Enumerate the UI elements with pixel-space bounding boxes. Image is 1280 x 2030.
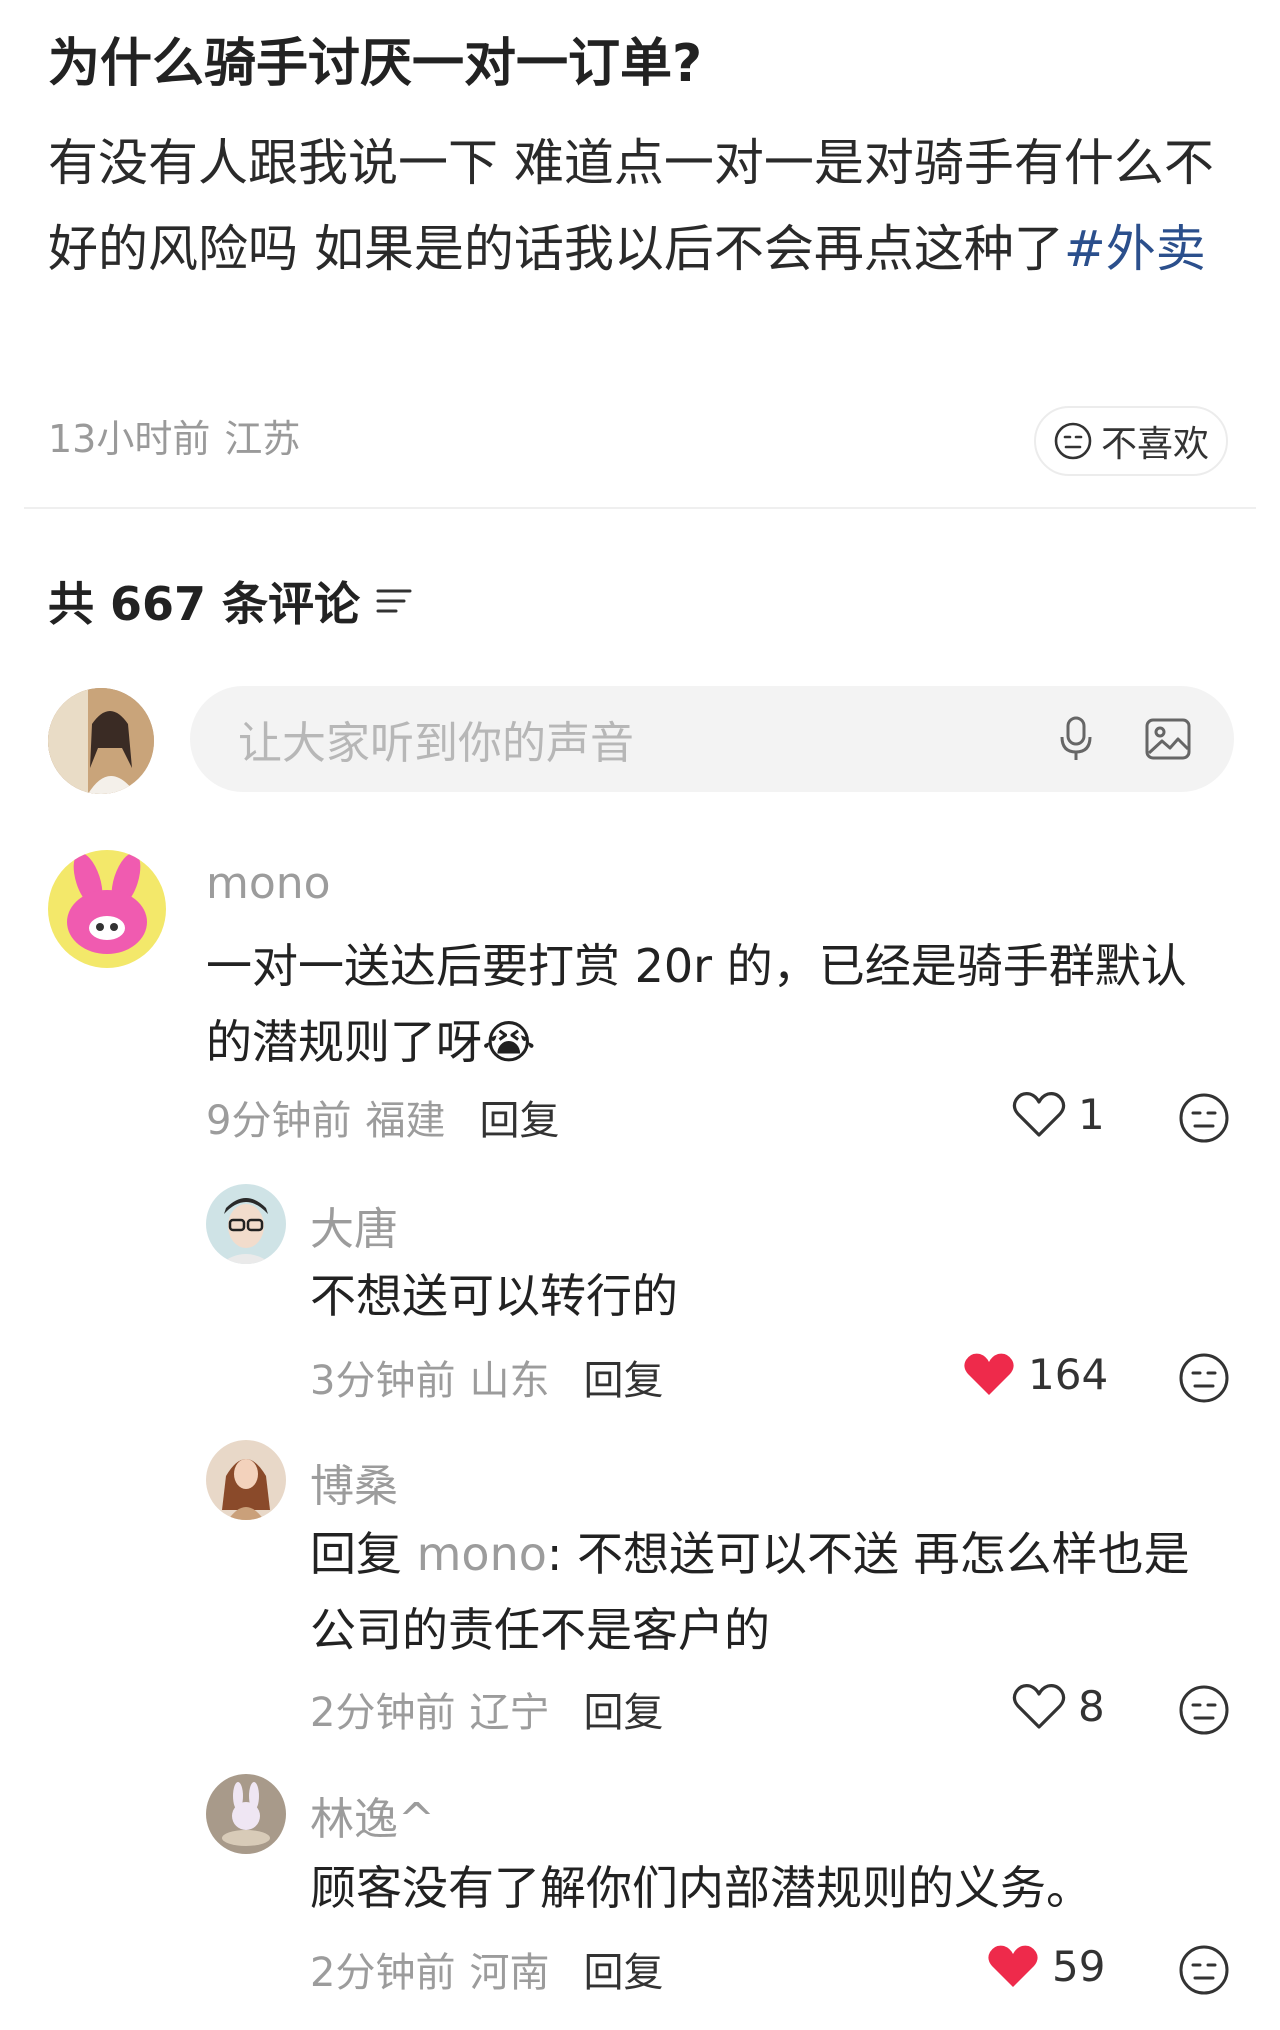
avatar-mono[interactable] bbox=[48, 850, 166, 968]
comment-location: 山东 bbox=[469, 1358, 550, 1404]
comment-location: 辽宁 bbox=[469, 1690, 550, 1736]
reply-button[interactable]: 回复 bbox=[479, 1088, 559, 1146]
reply-button[interactable]: 回复 bbox=[583, 1680, 663, 1738]
comment-meta: 2分钟前 辽宁 回复 bbox=[310, 1680, 663, 1738]
like-button[interactable]: 164 bbox=[962, 1350, 1108, 1399]
post-body: 有没有人跟我说一下 难道点一对一是对骑手有什么不好的风险吗 如果是的话我以后不会… bbox=[48, 120, 1238, 292]
post-location: 江苏 bbox=[224, 417, 301, 461]
like-button[interactable]: 1 bbox=[1012, 1090, 1105, 1139]
reply-button[interactable]: 回复 bbox=[583, 1940, 663, 1998]
heart-outline-icon bbox=[1012, 1683, 1066, 1729]
meh-face-icon bbox=[1054, 422, 1092, 460]
comment-count-header: 共 667 条评论 bbox=[48, 568, 414, 634]
comment-time: 9分钟前 bbox=[206, 1098, 352, 1144]
comment-username[interactable]: mono bbox=[206, 858, 331, 909]
crying-emoji-icon: 😭 bbox=[482, 1015, 536, 1069]
post-time: 13小时前 bbox=[48, 417, 211, 461]
comment-username[interactable]: 博桑 bbox=[310, 1450, 398, 1514]
dislike-icon[interactable] bbox=[1178, 1092, 1230, 1144]
dislike-icon[interactable] bbox=[1178, 1944, 1230, 1996]
comment-body: 不想送可以转行的 bbox=[310, 1269, 678, 1323]
post-title: 为什么骑手讨厌一对一订单? bbox=[48, 34, 703, 94]
like-button[interactable]: 8 bbox=[1012, 1682, 1105, 1731]
dislike-button[interactable]: 不喜欢 bbox=[1034, 406, 1228, 476]
post-hashtag[interactable]: #外卖 bbox=[1064, 220, 1206, 278]
dislike-icon[interactable] bbox=[1178, 1684, 1230, 1736]
like-count: 59 bbox=[1052, 1942, 1106, 1991]
image-icon[interactable] bbox=[1142, 713, 1194, 765]
dislike-label: 不喜欢 bbox=[1100, 424, 1209, 465]
comment-input[interactable]: 让大家听到你的声音 bbox=[190, 686, 1234, 792]
microphone-icon[interactable] bbox=[1050, 713, 1102, 765]
like-count: 164 bbox=[1028, 1350, 1109, 1399]
comment-meta: 9分钟前 福建 回复 bbox=[206, 1088, 559, 1146]
heart-filled-icon bbox=[988, 1945, 1038, 1987]
like-count: 8 bbox=[1078, 1682, 1105, 1731]
comment-time: 2分钟前 bbox=[310, 1950, 456, 1996]
comment-body: 一对一送达后要打赏 20r 的，已经是骑手群默认的潜规则了呀 bbox=[206, 939, 1187, 1069]
reply-prefix: 回复 bbox=[310, 1527, 402, 1581]
like-count: 1 bbox=[1078, 1090, 1105, 1139]
divider bbox=[24, 507, 1256, 509]
my-avatar[interactable] bbox=[48, 688, 154, 794]
comment-meta: 2分钟前 河南 回复 bbox=[310, 1940, 663, 1998]
comment-username[interactable]: 大唐 bbox=[310, 1193, 398, 1257]
like-button[interactable]: 59 bbox=[986, 1942, 1105, 1991]
avatar-linyi[interactable] bbox=[206, 1774, 286, 1854]
comment-username[interactable]: 林逸^ bbox=[310, 1783, 435, 1847]
heart-outline-icon bbox=[1012, 1091, 1066, 1137]
reply-button[interactable]: 回复 bbox=[583, 1348, 663, 1406]
avatar-datang[interactable] bbox=[206, 1184, 286, 1264]
comment-text: 一对一送达后要打赏 20r 的，已经是骑手群默认的潜规则了呀😭 bbox=[206, 928, 1206, 1080]
dislike-icon[interactable] bbox=[1178, 1352, 1230, 1404]
post-body-text: 有没有人跟我说一下 难道点一对一是对骑手有什么不好的风险吗 如果是的话我以后不会… bbox=[48, 134, 1214, 278]
comment-input-placeholder: 让大家听到你的声音 bbox=[238, 718, 634, 769]
comment-meta: 3分钟前 山东 回复 bbox=[310, 1348, 663, 1406]
avatar-bosang[interactable] bbox=[206, 1440, 286, 1520]
comment-count-label: 共 667 条评论 bbox=[48, 577, 361, 631]
comment-time: 3分钟前 bbox=[310, 1358, 456, 1404]
comment-text: 回复 mono: 不想送可以不送 再怎么样也是公司的责任不是客户的 bbox=[310, 1516, 1220, 1668]
comment-body: 顾客没有了解你们内部潜规则的义务。 bbox=[310, 1861, 1092, 1915]
comment-location: 福建 bbox=[365, 1098, 446, 1144]
post-meta: 13小时前 江苏 bbox=[48, 408, 300, 463]
comment-time: 2分钟前 bbox=[310, 1690, 456, 1736]
sort-icon[interactable] bbox=[374, 585, 414, 617]
comment-location: 河南 bbox=[469, 1950, 550, 1996]
reply-target-user[interactable]: mono bbox=[417, 1527, 547, 1581]
heart-filled-icon bbox=[964, 1353, 1014, 1395]
